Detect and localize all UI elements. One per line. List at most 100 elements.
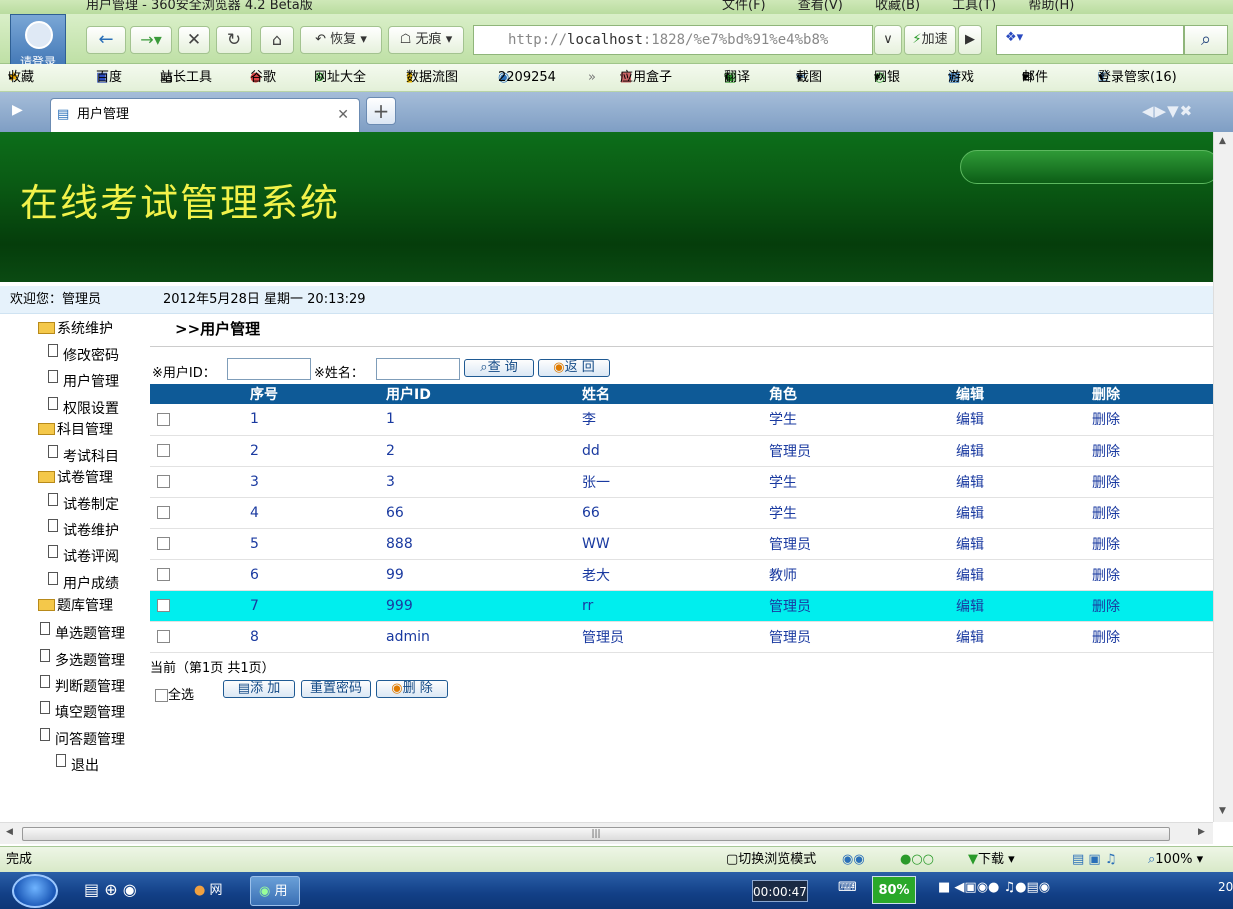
menu-view[interactable]: 查看(V) [798, 0, 843, 13]
edit-link[interactable]: 编辑 [954, 528, 1090, 560]
select-all-checkbox[interactable] [155, 689, 168, 702]
delete-link[interactable]: 删除 [1090, 559, 1213, 591]
sidebar-folder-papers[interactable]: 试卷管理 [38, 467, 113, 487]
refresh-button[interactable]: ↻ [216, 26, 252, 54]
back-button[interactable]: ← [86, 26, 126, 54]
edit-link[interactable]: 编辑 [954, 497, 1090, 529]
zoom-control[interactable]: ⌕100% ▾ [1148, 847, 1203, 873]
table-row[interactable]: 2 2 dd 管理员 编辑 删除 [150, 435, 1213, 467]
tab-user-management[interactable]: ▤ 用户管理 ✕ [50, 98, 360, 132]
delete-selected-button[interactable]: ◉删 除 [376, 680, 448, 698]
stop-button[interactable]: ✕ [178, 26, 210, 54]
go-button[interactable]: ▶ [958, 25, 982, 55]
horizontal-scrollbar[interactable]: ◀ ||| ▶ [0, 822, 1213, 844]
sidebar-item-paper-maintain[interactable]: 试卷维护 [48, 519, 119, 540]
tab-close-icon[interactable]: ✕ [337, 99, 349, 131]
table-row[interactable]: 5 888 WW 管理员 编辑 删除 [150, 528, 1213, 560]
row-checkbox[interactable] [157, 599, 170, 612]
sidebar-item-user-management[interactable]: 用户管理 [48, 370, 119, 391]
table-row[interactable]: 3 3 张一 学生 编辑 删除 [150, 466, 1213, 498]
search-button[interactable]: ⌕查 询 [464, 359, 534, 377]
sidebar-folder-system[interactable]: 系统维护 [38, 318, 113, 338]
sidebar-item-multi-choice[interactable]: 多选题管理 [40, 649, 125, 670]
menu-favorites[interactable]: 收藏(B) [875, 0, 920, 13]
sidebar-item-permissions[interactable]: 权限设置 [48, 397, 119, 418]
edit-link[interactable]: 编辑 [954, 559, 1090, 591]
toggle-icon[interactable]: ●○○ [900, 847, 934, 873]
sidebar-item-paper-create[interactable]: 试卷制定 [48, 493, 119, 514]
table-row[interactable]: 1 1 李学生 编辑 删除 [150, 404, 1213, 436]
sidebar-item-single-choice[interactable]: 单选题管理 [40, 622, 125, 643]
menu-file[interactable]: 文件(F) [722, 0, 766, 13]
fav-translate[interactable]: ▣ 翻译 ▾ [724, 64, 750, 91]
sidebar-item-user-scores[interactable]: 用户成绩 [48, 572, 119, 593]
select-all-toggle[interactable]: 全选 [155, 684, 194, 703]
taskbar-item-2[interactable]: ◉ 用 [250, 876, 300, 906]
delete-link[interactable]: 删除 [1090, 466, 1213, 498]
row-checkbox[interactable] [157, 568, 170, 581]
name-filter-input[interactable] [376, 358, 460, 380]
fav-bank[interactable]: ◎ 网银 ▾ [874, 64, 900, 91]
quicklaunch-icons[interactable]: ▤ ⊕ ◉ [84, 880, 137, 899]
sidebar-item-paper-grading[interactable]: 试卷评阅 [48, 545, 119, 566]
sidebar-item-exam-subjects[interactable]: 考试科目 [48, 445, 119, 466]
accelerate-button[interactable]: ⚡加速 [904, 25, 956, 55]
scroll-left-icon[interactable]: ◀ [6, 827, 13, 837]
search-button[interactable]: ⌕ [1184, 25, 1228, 55]
table-row[interactable]: 4 66 66 学生 编辑 删除 [150, 497, 1213, 529]
fav-collect[interactable]: ★ 收藏 ▾ [8, 64, 34, 91]
sidebar-item-fill-blank[interactable]: 填空题管理 [40, 701, 125, 722]
menu-tools[interactable]: 工具(T) [952, 0, 996, 13]
forward-button[interactable]: →▾ [130, 26, 172, 54]
vertical-scrollbar[interactable]: ▲ ▼ [1213, 132, 1233, 822]
sidebar-item-qa[interactable]: 问答题管理 [40, 728, 125, 749]
row-checkbox[interactable] [157, 412, 170, 426]
delete-link[interactable]: 删除 [1090, 497, 1213, 529]
delete-link[interactable]: 删除 [1090, 435, 1213, 467]
sidebar-item-true-false[interactable]: 判断题管理 [40, 675, 125, 696]
switch-mode-button[interactable]: ▢切换浏览模式 [726, 847, 816, 873]
fav-appbox[interactable]: ■ 应用盒子 ▾ [620, 64, 672, 91]
table-row[interactable]: 7 999 rr 管理员 编辑 删除 [150, 590, 1213, 622]
sidebar-folder-question-bank[interactable]: 题库管理 [38, 595, 113, 615]
reset-password-button[interactable]: 重置密码 [301, 680, 371, 698]
edit-link[interactable]: 编辑 [954, 435, 1090, 467]
delete-link[interactable]: 删除 [1090, 621, 1213, 653]
home-button[interactable]: ⌂ [260, 26, 294, 54]
row-checkbox[interactable] [157, 537, 170, 550]
add-button[interactable]: ▤添 加 [223, 680, 295, 698]
menu-bar[interactable]: 文件(F) 查看(V) 收藏(B) 工具(T) 帮助(H) [722, 0, 1074, 13]
new-tab-button[interactable]: + [366, 97, 396, 125]
fav-screenshot[interactable]: ✂ 截图 ▾ [796, 64, 822, 91]
scroll-up-icon[interactable]: ▲ [1219, 136, 1226, 146]
fav-mail[interactable]: ✉ 邮件 ▾ [1022, 64, 1048, 91]
ie-icon[interactable]: ◉◉ [842, 847, 865, 873]
row-checkbox[interactable] [157, 630, 170, 643]
address-dropdown-button[interactable]: ∨ [874, 25, 902, 55]
edit-link[interactable]: 编辑 [954, 590, 1090, 622]
back-button[interactable]: ◉返 回 [538, 359, 610, 377]
tray-icons[interactable]: ■ ◀▣◉● ♫●▤◉ [938, 880, 1050, 895]
sidebar-toggle-icon[interactable]: ▶ [12, 102, 23, 118]
fav-games[interactable]: ▦ 游戏 ▾ [948, 64, 974, 91]
incognito-button[interactable]: ☖ 无痕 ▾ [388, 26, 464, 54]
userid-filter-input[interactable] [227, 358, 311, 380]
row-checkbox[interactable] [157, 475, 170, 488]
sidebar-item-logout[interactable]: 退出 [56, 754, 99, 775]
edit-link[interactable]: 编辑 [954, 466, 1090, 498]
delete-link[interactable]: 删除 [1090, 528, 1213, 560]
start-button[interactable] [12, 874, 58, 908]
delete-link[interactable]: 删除 [1090, 590, 1213, 622]
row-checkbox[interactable] [157, 444, 170, 457]
fav-more[interactable]: » [588, 64, 596, 91]
keyboard-icon[interactable]: ⌨ [838, 880, 857, 895]
menu-help[interactable]: 帮助(H) [1028, 0, 1074, 13]
row-checkbox[interactable] [157, 506, 170, 519]
scroll-right-icon[interactable]: ▶ [1198, 827, 1205, 837]
fav-login-manager[interactable]: ⚿ 登录管家(16) ▾ [1098, 64, 1177, 91]
status-tools-icon[interactable]: ▤ ▣ ♫ [1072, 847, 1116, 873]
restore-button[interactable]: ↶ 恢复 ▾ [300, 26, 382, 54]
address-bar[interactable]: http://localhost:1828/%e7%bd%91%e4%b8% [473, 25, 873, 55]
sidebar-item-change-password[interactable]: 修改密码 [48, 344, 119, 365]
download-button[interactable]: ▼下载 ▾ [968, 847, 1015, 873]
